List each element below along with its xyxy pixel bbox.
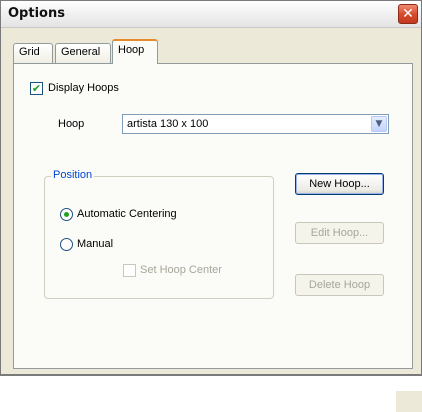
dropdown-button[interactable]: ▼ bbox=[371, 116, 387, 132]
tab-general[interactable]: General bbox=[55, 43, 111, 63]
tab-grid[interactable]: Grid bbox=[13, 43, 53, 63]
automatic-centering-label: Automatic Centering bbox=[77, 208, 177, 220]
edit-hoop-button[interactable]: Edit Hoop... bbox=[295, 222, 384, 244]
partial-window-edge bbox=[396, 391, 422, 412]
display-hoops-checkbox[interactable]: ✔ bbox=[30, 82, 43, 95]
hoop-tab-panel: ✔ Display Hoops Hoop artista 130 x 100 ▼… bbox=[13, 63, 413, 369]
radio-selected-dot bbox=[64, 212, 69, 217]
edit-hoop-label: Edit Hoop... bbox=[310, 227, 369, 239]
hoop-select[interactable]: artista 130 x 100 ▼ bbox=[122, 114, 389, 134]
dialog-title: Options bbox=[8, 6, 65, 21]
chevron-down-icon: ▼ bbox=[375, 119, 383, 129]
manual-radio[interactable] bbox=[60, 238, 73, 251]
tab-hoop-label: Hoop bbox=[118, 44, 145, 56]
manual-label: Manual bbox=[77, 238, 114, 250]
position-group-title: Position bbox=[51, 169, 95, 181]
set-hoop-center-label: Set Hoop Center bbox=[140, 264, 222, 276]
tab-general-label: General bbox=[61, 46, 101, 58]
set-hoop-center-checkbox[interactable] bbox=[123, 264, 136, 277]
hoop-label: Hoop bbox=[58, 118, 85, 130]
new-hoop-button[interactable]: New Hoop... bbox=[295, 173, 384, 195]
close-icon: ✕ bbox=[402, 6, 414, 22]
position-group: Position Automatic Centering Manual Set … bbox=[44, 169, 274, 299]
options-dialog: Options ✕ Grid General Hoop ✔ Display Ho… bbox=[0, 0, 422, 376]
title-bar[interactable]: Options ✕ bbox=[1, 1, 421, 28]
checkmark-icon: ✔ bbox=[31, 82, 42, 95]
close-button[interactable]: ✕ bbox=[398, 4, 418, 24]
display-hoops-label: Display Hoops bbox=[48, 82, 119, 94]
tab-hoop[interactable]: Hoop bbox=[112, 39, 158, 64]
tab-grid-label: Grid bbox=[19, 46, 40, 58]
delete-hoop-button[interactable]: Delete Hoop bbox=[295, 274, 384, 296]
hoop-select-value: artista 130 x 100 bbox=[127, 118, 209, 130]
new-hoop-label: New Hoop... bbox=[309, 178, 370, 190]
delete-hoop-label: Delete Hoop bbox=[308, 279, 371, 291]
automatic-centering-radio[interactable] bbox=[60, 208, 73, 221]
